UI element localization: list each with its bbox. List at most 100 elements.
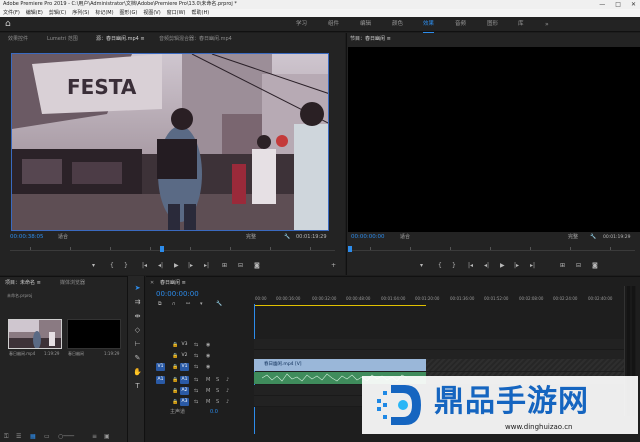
tab-effect-controls[interactable]: 效果控件 [8, 33, 28, 45]
freeform-view-icon[interactable]: ▭ [44, 432, 50, 442]
timeline-close-icon[interactable]: ✕ [150, 277, 154, 289]
sync-lock-icon[interactable]: ⇆ [194, 387, 198, 395]
track-name-a3[interactable]: A3 [180, 398, 189, 406]
project-item-name[interactable]: 春日幽闲.mp4 [9, 351, 35, 357]
workspace-libraries[interactable]: 库 [518, 17, 524, 32]
menu-graphics[interactable]: 图形(G) [120, 9, 138, 17]
source-fit-select[interactable]: 适合 [58, 234, 68, 241]
solo-icon[interactable]: S [216, 398, 219, 406]
selection-tool-icon[interactable]: ➤ [133, 284, 142, 293]
ripple-edit-tool-icon[interactable]: ⇹ [133, 312, 142, 321]
source-go-to-in-icon[interactable]: |◂ [142, 262, 147, 270]
program-lift-icon[interactable]: ⊞ [560, 262, 565, 270]
program-go-to-in-icon[interactable]: |◂ [468, 262, 473, 270]
video-clip[interactable]: 春日幽闲.mp4 [V] [254, 359, 426, 371]
timeline-timecode[interactable]: 00:00:00:00 [156, 290, 199, 299]
source-insert-icon[interactable]: ⊞ [222, 262, 227, 270]
source-step-forward-icon[interactable]: |▸ [188, 262, 193, 270]
source-mark-out-icon[interactable]: } [124, 262, 128, 270]
program-play-icon[interactable]: ▶ [500, 262, 505, 270]
lock-track-icon[interactable]: 🔒 [172, 341, 178, 349]
add-marker-icon[interactable]: ▾ [200, 300, 203, 308]
source-timecode[interactable]: 00:00:38:05 [10, 234, 44, 241]
lock-track-icon[interactable]: 🔒 [172, 398, 178, 406]
project-item-thumbnail[interactable] [8, 319, 62, 349]
program-time-ruler[interactable] [350, 243, 635, 251]
new-bin-icon[interactable]: ▣ [104, 432, 110, 442]
menu-marker[interactable]: 标记(M) [95, 9, 113, 17]
program-export-frame-icon[interactable]: ◙ [592, 262, 598, 270]
razor-tool-icon[interactable]: ◇ [133, 326, 142, 335]
menu-clip[interactable]: 剪辑(C) [49, 9, 66, 17]
tab-sequence[interactable]: 春日幽闲 ≡ [160, 277, 186, 289]
maximize-button[interactable]: □ [615, 0, 621, 9]
solo-icon[interactable]: S [216, 387, 219, 395]
source-quality-select[interactable]: 完整 [246, 234, 256, 241]
snap-icon[interactable]: ∩ [172, 300, 176, 308]
work-area-bar[interactable] [254, 305, 426, 306]
workspace-editing[interactable]: 编辑 [360, 17, 371, 32]
lock-track-icon[interactable]: 🔒 [172, 363, 178, 371]
source-patch-v1[interactable]: V1 [156, 363, 165, 371]
solo-icon[interactable]: S [216, 376, 219, 384]
eye-icon[interactable]: ◉ [206, 352, 210, 360]
workspace-assembly[interactable]: 组件 [328, 17, 339, 32]
program-go-to-out-icon[interactable]: ▸| [530, 262, 535, 270]
track-name-a1[interactable]: A1 [180, 376, 189, 384]
source-video-frame[interactable]: FESTA [11, 53, 329, 231]
workspace-effects[interactable]: 效果 [423, 17, 435, 33]
source-time-ruler[interactable] [10, 243, 335, 251]
mute-icon[interactable]: M [206, 387, 210, 395]
tab-audio-clip-mixer[interactable]: 音频剪辑混合器：春日幽闲.mp4 [159, 33, 232, 45]
tab-source[interactable]: 源：春日幽闲.mp4 ≡ [96, 33, 145, 45]
zoom-slider[interactable]: ○─── [58, 432, 74, 442]
linked-selection-icon[interactable]: ⚯ [186, 300, 190, 308]
menu-edit[interactable]: 编辑(E) [26, 9, 43, 17]
tab-media-browser[interactable]: 媒体浏览器 [60, 277, 85, 289]
master-volume[interactable]: 0.0 [210, 409, 218, 415]
sync-lock-icon[interactable]: ⇆ [194, 398, 198, 406]
program-wrench-icon[interactable]: 🔧 [590, 233, 596, 241]
workspace-graphics[interactable]: 图形 [487, 17, 498, 32]
eye-icon[interactable]: ◉ [206, 341, 210, 349]
list-view-icon[interactable]: ☰ [16, 432, 21, 442]
minimize-button[interactable]: — [599, 0, 605, 9]
source-play-icon[interactable]: ▶ [174, 262, 179, 270]
source-overwrite-icon[interactable]: ⊟ [238, 262, 243, 270]
track-name-v1[interactable]: V1 [180, 363, 189, 371]
workspace-learn[interactable]: 学习 [296, 17, 307, 32]
project-sequence-name[interactable]: 春日幽闲 [68, 351, 84, 357]
close-button[interactable]: ✕ [631, 0, 636, 9]
sort-icon[interactable]: ≡ [92, 432, 97, 442]
lock-track-icon[interactable]: 🔒 [172, 352, 178, 360]
program-fit-select[interactable]: 适合 [400, 234, 410, 241]
track-name-a2[interactable]: A2 [180, 387, 189, 395]
menu-file[interactable]: 文件(F) [3, 9, 20, 17]
program-step-forward-icon[interactable]: |▸ [514, 262, 519, 270]
eye-icon[interactable]: ◉ [206, 363, 210, 371]
source-add-button[interactable]: + [331, 262, 336, 270]
track-select-tool-icon[interactable]: ⇉ [133, 298, 142, 307]
source-export-frame-icon[interactable]: ◙ [254, 262, 260, 270]
program-extract-icon[interactable]: ⊟ [576, 262, 581, 270]
source-patch-a1[interactable]: A1 [156, 376, 165, 384]
timeline-settings-icon[interactable]: 🔧 [216, 300, 222, 308]
mic-icon[interactable]: ♪ [226, 387, 229, 395]
lock-track-icon[interactable]: 🔒 [172, 387, 178, 395]
sync-lock-icon[interactable]: ⇆ [194, 341, 198, 349]
track-name-v2[interactable]: V2 [180, 352, 189, 360]
tab-program[interactable]: 节目：春日幽闲 ≡ [350, 33, 391, 45]
mic-icon[interactable]: ♪ [226, 398, 229, 406]
hand-tool-icon[interactable]: ✋ [133, 368, 142, 377]
program-quality-select[interactable]: 完整 [568, 234, 578, 241]
source-step-back-icon[interactable]: ◂| [158, 262, 163, 270]
source-playhead[interactable] [160, 246, 164, 252]
mute-icon[interactable]: M [206, 376, 210, 384]
program-playhead[interactable] [348, 246, 352, 252]
menu-view[interactable]: 视图(V) [143, 9, 160, 17]
sync-lock-icon[interactable]: ⇆ [194, 352, 198, 360]
program-mark-out-icon[interactable]: } [452, 262, 456, 270]
workspace-color[interactable]: 颜色 [392, 17, 403, 32]
menu-window[interactable]: 窗口(W) [167, 9, 186, 17]
tab-project[interactable]: 项目：未命名 ≡ [5, 277, 41, 289]
